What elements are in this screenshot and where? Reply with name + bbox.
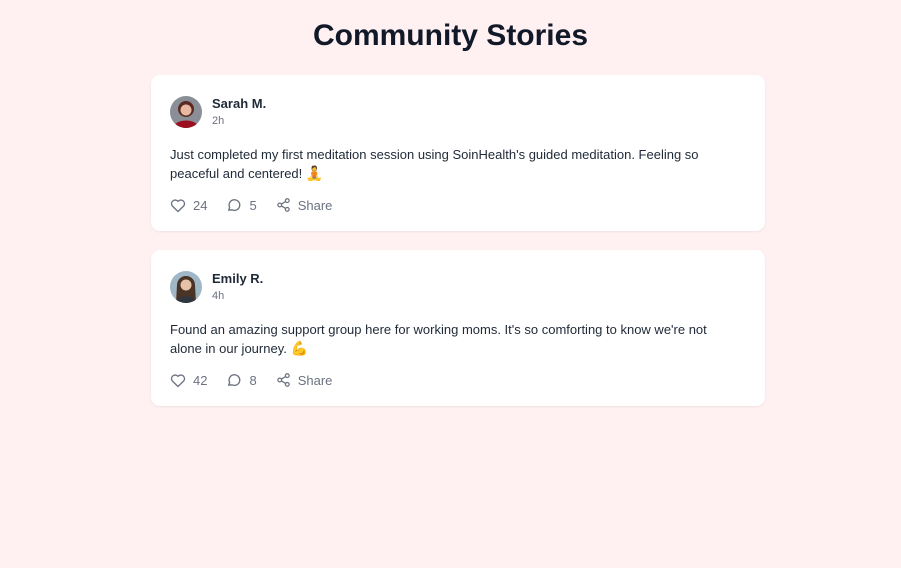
share-label: Share <box>297 372 333 388</box>
heart-icon <box>170 373 186 387</box>
post-actions: 42 8 Share <box>170 370 746 390</box>
share-label: Share <box>297 197 333 213</box>
comment-count: 5 <box>249 197 257 213</box>
share-button[interactable]: Share <box>276 372 333 388</box>
post-actions: 24 5 Share <box>170 195 746 215</box>
comment-count: 8 <box>249 372 257 388</box>
story-card: Emily R. 4h Found an amazing support gro… <box>151 250 765 406</box>
heart-icon <box>170 198 186 212</box>
muscle-emoji: 💪 <box>290 340 308 356</box>
avatar[interactable] <box>170 271 202 303</box>
comment-icon <box>228 373 241 386</box>
page-title: Community Stories <box>312 19 589 52</box>
post-time: 2h <box>212 115 225 127</box>
like-button[interactable]: 42 <box>170 373 207 388</box>
post-text: Found an amazing support group here for … <box>170 320 746 358</box>
meditation-emoji: 🧘 <box>305 165 324 181</box>
like-count: 24 <box>193 197 208 213</box>
post-text-content: Found an amazing support group here for … <box>170 322 707 356</box>
avatar[interactable] <box>170 96 202 128</box>
story-header: Emily R. 4h <box>170 270 746 304</box>
post-text: Just completed my first meditation sessi… <box>170 145 746 183</box>
author-name[interactable]: Emily R. <box>212 271 263 287</box>
like-button[interactable]: 24 <box>170 198 207 213</box>
author-name[interactable]: Sarah M. <box>212 96 266 112</box>
like-count: 42 <box>193 372 208 388</box>
story-feed: Sarah M. 2h Just completed my first medi… <box>151 75 765 425</box>
story-header: Sarah M. 2h <box>170 95 746 129</box>
story-card: Sarah M. 2h Just completed my first medi… <box>151 75 765 231</box>
share-icon <box>276 373 290 387</box>
comment-button[interactable]: 5 <box>226 197 257 213</box>
comment-icon <box>228 198 241 211</box>
comment-button[interactable]: 8 <box>226 372 257 388</box>
share-button[interactable]: Share <box>276 197 333 213</box>
share-icon <box>276 198 290 212</box>
post-text-content: Just completed my first meditation sessi… <box>170 147 699 181</box>
post-time: 4h <box>212 290 225 302</box>
